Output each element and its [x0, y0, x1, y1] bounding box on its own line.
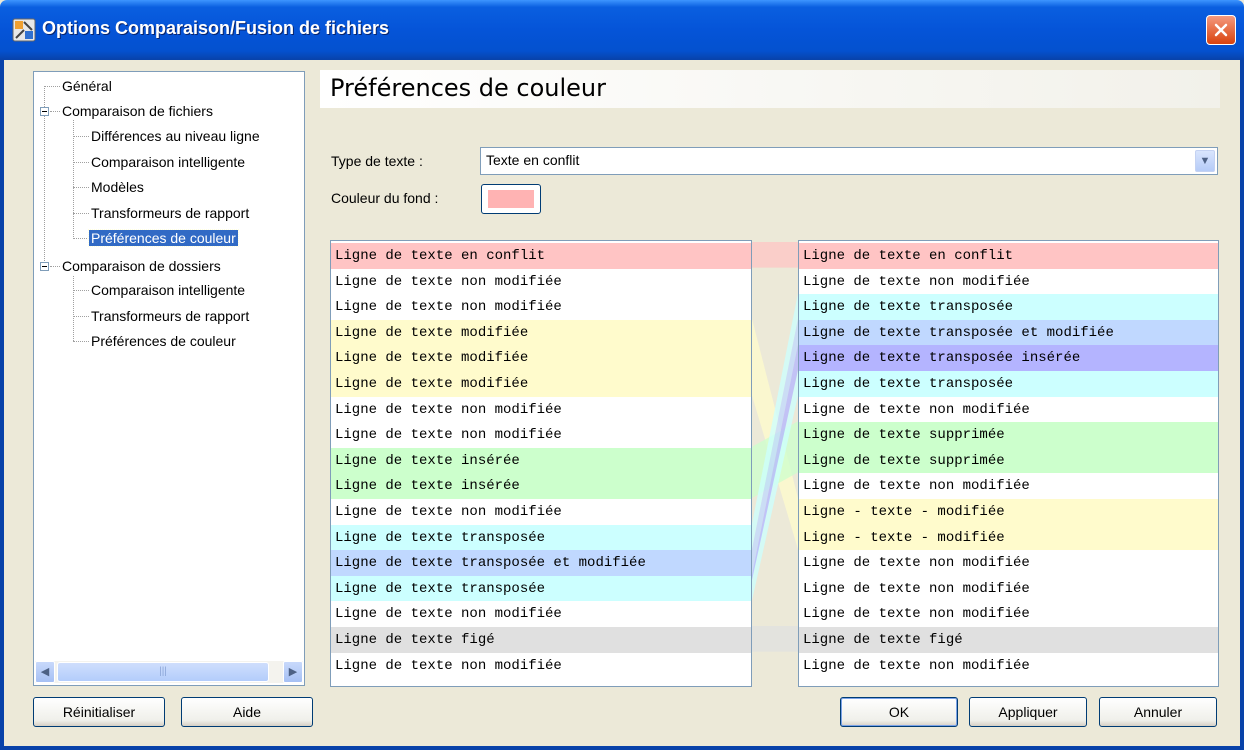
- preview-line: Ligne de texte modifiée: [331, 319, 751, 346]
- scrollbar-thumb[interactable]: |||: [57, 662, 269, 682]
- window-title: Options Comparaison/Fusion de fichiers: [42, 18, 390, 38]
- tree-item-label: Comparaison de fichiers: [62, 103, 213, 119]
- preview-line: Ligne de texte insérée: [331, 473, 751, 500]
- preview-line: Ligne de texte non modifiée: [331, 652, 751, 679]
- preview-line: Ligne de texte transposée: [331, 575, 751, 602]
- tree-item-folder-smart-comparison[interactable]: Comparaison intelligente: [89, 279, 247, 301]
- tree-item-label: Transformeurs de rapport: [91, 205, 250, 221]
- tree-item-line-differences[interactable]: Différences au niveau ligne: [89, 125, 262, 147]
- preview-line: Ligne de texte transposée insérée: [799, 345, 1218, 372]
- tree-item-label: Différences au niveau ligne: [91, 128, 260, 144]
- tree-item-label: Comparaison intelligente: [91, 282, 246, 298]
- text-type-select[interactable]: Texte en conflit ▼: [480, 147, 1218, 175]
- title-bar: Options Comparaison/Fusion de fichiers: [0, 0, 1244, 60]
- preview-line: Ligne de texte transposée et modifiée: [799, 319, 1218, 346]
- tree-item-label: Préférences de couleur: [88, 229, 239, 247]
- connector-band: [752, 242, 798, 268]
- preview-line: Ligne de texte en conflit: [799, 243, 1218, 269]
- tree-item-label: Général: [62, 78, 112, 94]
- color-swatch: [488, 190, 534, 208]
- collapse-icon[interactable]: [40, 262, 49, 271]
- tree-item-smart-comparison[interactable]: Comparaison intelligente: [89, 151, 247, 173]
- preview-line: Ligne de texte non modifiée: [331, 422, 751, 449]
- preview-line: Ligne de texte non modifiée: [331, 601, 751, 628]
- preview-line: Ligne de texte en conflit: [331, 243, 751, 269]
- tree-line: [73, 162, 89, 163]
- preview-line: Ligne de texte transposée: [331, 524, 751, 551]
- help-button[interactable]: Aide: [181, 697, 313, 727]
- apply-button[interactable]: Appliquer: [969, 697, 1087, 727]
- tree-item-folder-report-transformers[interactable]: Transformeurs de rapport: [89, 305, 251, 327]
- tree-line: [73, 290, 89, 291]
- preview-left-pane: Ligne de texte en conflit Ligne de texte …: [330, 240, 752, 687]
- tree-line: [73, 120, 74, 237]
- tree-line: [73, 187, 89, 188]
- preview-line: Ligne de texte insérée: [331, 447, 751, 474]
- tree-line: [50, 266, 60, 267]
- tree-line: [73, 136, 89, 137]
- tree-item-label: Transformeurs de rapport: [91, 308, 250, 324]
- tree-line: [44, 86, 60, 87]
- ok-button[interactable]: OK: [840, 697, 958, 727]
- tree-line: [50, 111, 60, 112]
- close-icon: [1214, 23, 1228, 37]
- background-color-button[interactable]: [481, 184, 541, 214]
- preview-line: Ligne de texte non modifiée: [799, 473, 1218, 500]
- preview-line: Ligne de texte figé: [331, 627, 751, 653]
- preview-line: Ligne de texte supprimée: [799, 422, 1218, 449]
- tree-item-label: Comparaison de dossiers: [62, 258, 221, 274]
- close-button[interactable]: [1206, 15, 1236, 45]
- tree-item-folder-color-preferences[interactable]: Préférences de couleur: [89, 330, 238, 352]
- tree-line: [73, 341, 89, 342]
- tree-item-general[interactable]: Général: [60, 75, 114, 97]
- preview-line: Ligne de texte non modifiée: [799, 550, 1218, 577]
- tree-item-folder-comparison[interactable]: Comparaison de dossiers: [60, 255, 223, 277]
- tree-line: [73, 213, 89, 214]
- tree-item-file-comparison[interactable]: Comparaison de fichiers: [60, 100, 215, 122]
- preview-line: Ligne de texte non modifiée: [799, 601, 1218, 628]
- preview-line: Ligne de texte modifiée: [331, 345, 751, 372]
- options-tree[interactable]: Général Comparaison de fichiers Différen…: [33, 71, 305, 686]
- preview-line: Ligne de texte non modifiée: [799, 575, 1218, 602]
- preview-line: Ligne de texte non modifiée: [799, 268, 1218, 295]
- collapse-icon[interactable]: [40, 107, 49, 116]
- tree-item-report-transformers[interactable]: Transformeurs de rapport: [89, 202, 251, 224]
- tree-item-label: Modèles: [91, 179, 144, 195]
- preview-line: Ligne de texte transposée: [799, 371, 1218, 397]
- tree-horizontal-scrollbar[interactable]: ◀ ||| ▶: [35, 661, 303, 683]
- preview-connector: [752, 242, 798, 652]
- tree-line: [73, 316, 89, 317]
- preview-line: Ligne de texte non modifiée: [331, 396, 751, 423]
- tree-item-label: Comparaison intelligente: [91, 154, 246, 170]
- app-options-icon: [12, 18, 36, 42]
- preview-line: Ligne de texte transposée: [799, 294, 1218, 321]
- preview-right-pane: Ligne de texte en conflit Ligne de texte …: [798, 240, 1219, 687]
- connector-band: [752, 626, 798, 652]
- chevron-down-icon[interactable]: ▼: [1195, 150, 1215, 172]
- tree-line: [73, 238, 89, 239]
- preview-line: Ligne de texte non modifiée: [799, 652, 1218, 679]
- preview-line: Ligne de texte non modifiée: [331, 294, 751, 321]
- preview-line: Ligne de texte modifiée: [331, 371, 751, 397]
- text-type-value: Texte en conflit: [486, 152, 580, 168]
- background-color-label: Couleur du fond :: [331, 190, 439, 206]
- preview-line: Ligne de texte supprimée: [799, 447, 1218, 474]
- preview-line: Ligne de texte non modifiée: [331, 268, 751, 295]
- reset-button[interactable]: Réinitialiser: [33, 697, 165, 727]
- cancel-button[interactable]: Annuler: [1099, 697, 1217, 727]
- preview-line: Ligne - texte - modifiée: [799, 524, 1218, 551]
- preview-line: Ligne de texte non modifiée: [799, 396, 1218, 423]
- preview-line: Ligne de texte figé: [799, 627, 1218, 653]
- page-title: Préférences de couleur: [330, 74, 607, 102]
- preview-line: Ligne de texte transposée et modifiée: [331, 550, 751, 577]
- tree-line: [73, 276, 74, 341]
- tree-item-label: Préférences de couleur: [91, 333, 236, 349]
- tree-item-color-preferences[interactable]: Préférences de couleur: [88, 227, 239, 249]
- scroll-left-icon[interactable]: ◀: [35, 661, 55, 683]
- scroll-right-icon[interactable]: ▶: [283, 661, 303, 683]
- tree-item-templates[interactable]: Modèles: [89, 176, 146, 198]
- preview-line: Ligne de texte non modifiée: [331, 499, 751, 525]
- text-type-label: Type de texte :: [331, 153, 423, 169]
- preview-line: Ligne - texte - modifiée: [799, 499, 1218, 525]
